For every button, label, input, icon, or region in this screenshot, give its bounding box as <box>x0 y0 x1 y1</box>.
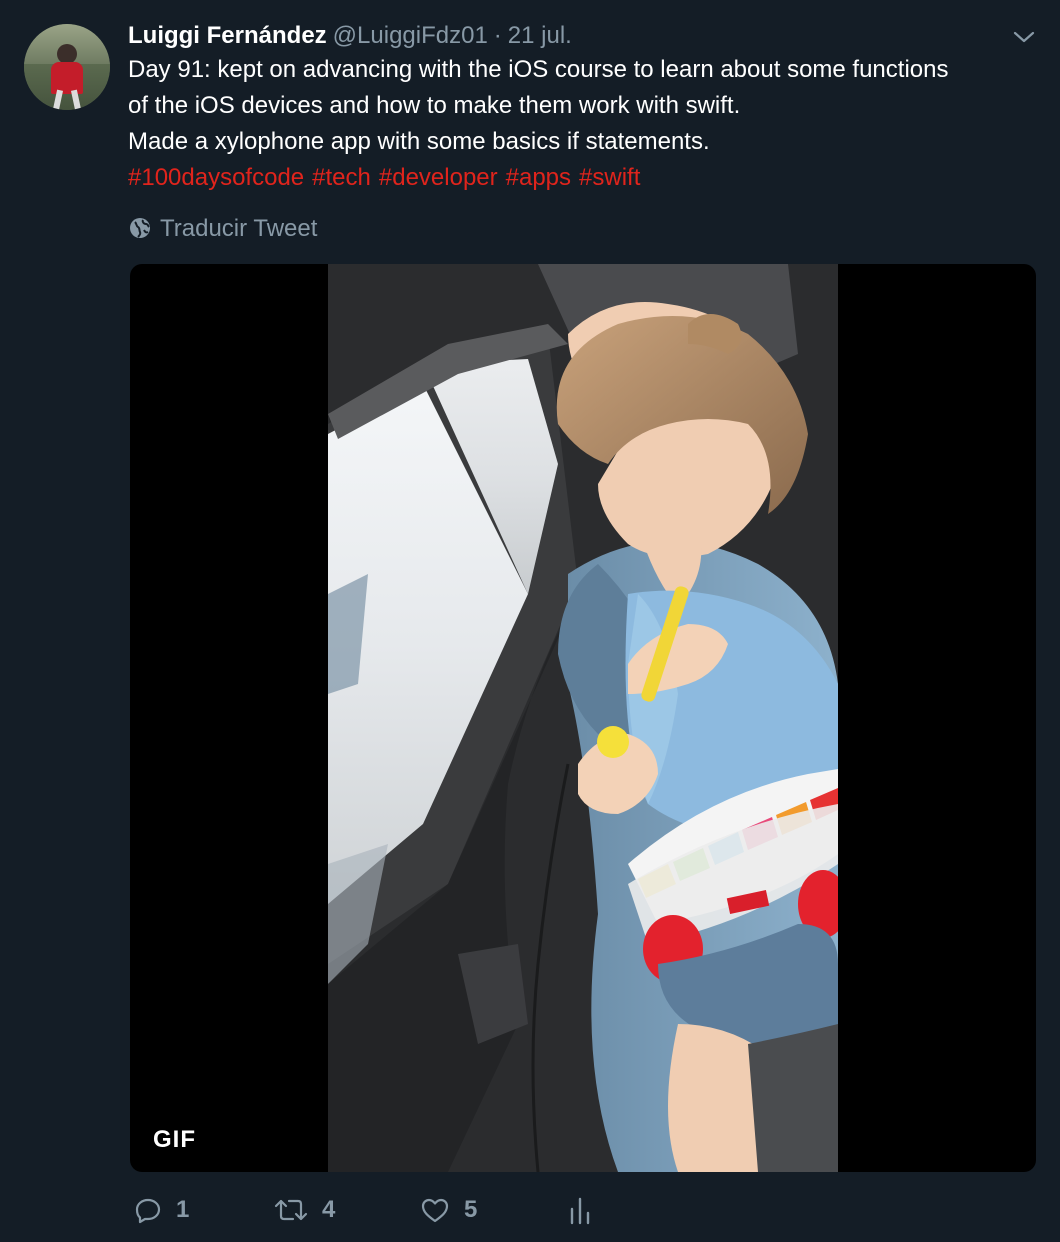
gif-frame <box>328 264 838 1172</box>
analytics-button[interactable] <box>568 1190 592 1230</box>
heart-icon <box>421 1198 449 1223</box>
author-handle[interactable]: @LuiggiFdz01 <box>333 22 488 49</box>
retweet-icon <box>274 1199 308 1221</box>
tweet-header: Luiggi Fernández @LuiggiFdz01 · 21 jul. <box>128 22 572 50</box>
avatar-person-body <box>51 62 83 94</box>
tweet-text: Day 91: kept on advancing with the iOS c… <box>128 52 1043 196</box>
avatar-person-head <box>57 44 77 64</box>
gif-badge: GIF <box>144 1122 205 1158</box>
globe-icon <box>130 218 150 238</box>
gif-media[interactable]: GIF <box>130 264 1036 1172</box>
tweet-actions: 1 4 5 <box>130 1190 1030 1230</box>
hashtag-link[interactable]: #100daysofcode <box>128 164 304 191</box>
reply-icon <box>135 1198 161 1224</box>
reply-button[interactable]: 1 <box>134 1190 189 1230</box>
author-name[interactable]: Luiggi Fernández <box>128 22 327 49</box>
hashtag-link[interactable]: #apps <box>506 164 571 191</box>
header-separator: · <box>493 22 502 49</box>
chevron-down-icon <box>1013 31 1035 43</box>
translate-label: Traducir Tweet <box>160 215 318 242</box>
tweet-text-line: of the iOS devices and how to make them … <box>128 92 741 119</box>
tweet-card[interactable]: Luiggi Fernández @LuiggiFdz01 · 21 jul. Day… <box>0 0 1060 1242</box>
hashtag-link[interactable]: #tech <box>312 164 371 191</box>
tweet-date[interactable]: 21 jul. <box>508 22 572 49</box>
like-count: 5 <box>464 1196 478 1223</box>
retweet-button[interactable]: 4 <box>274 1190 335 1230</box>
like-button[interactable]: 5 <box>420 1190 477 1230</box>
retweet-count: 4 <box>322 1196 336 1223</box>
reply-count: 1 <box>176 1196 190 1223</box>
analytics-icon <box>570 1197 590 1225</box>
tweet-text-line: Made a xylophone app with some basics if… <box>128 128 710 155</box>
hashtag-link[interactable]: #developer <box>379 164 498 191</box>
translate-tweet-link[interactable]: Traducir Tweet <box>128 213 317 245</box>
more-options-button[interactable] <box>1012 28 1036 46</box>
hashtag-link[interactable]: #swift <box>579 164 640 191</box>
tweet-text-line: Day 91: kept on advancing with the iOS c… <box>128 56 949 83</box>
hashtag-list: #100daysofcode #tech #developer #apps #swift <box>128 160 1043 196</box>
avatar[interactable] <box>24 24 110 110</box>
gif-image <box>328 264 838 1172</box>
